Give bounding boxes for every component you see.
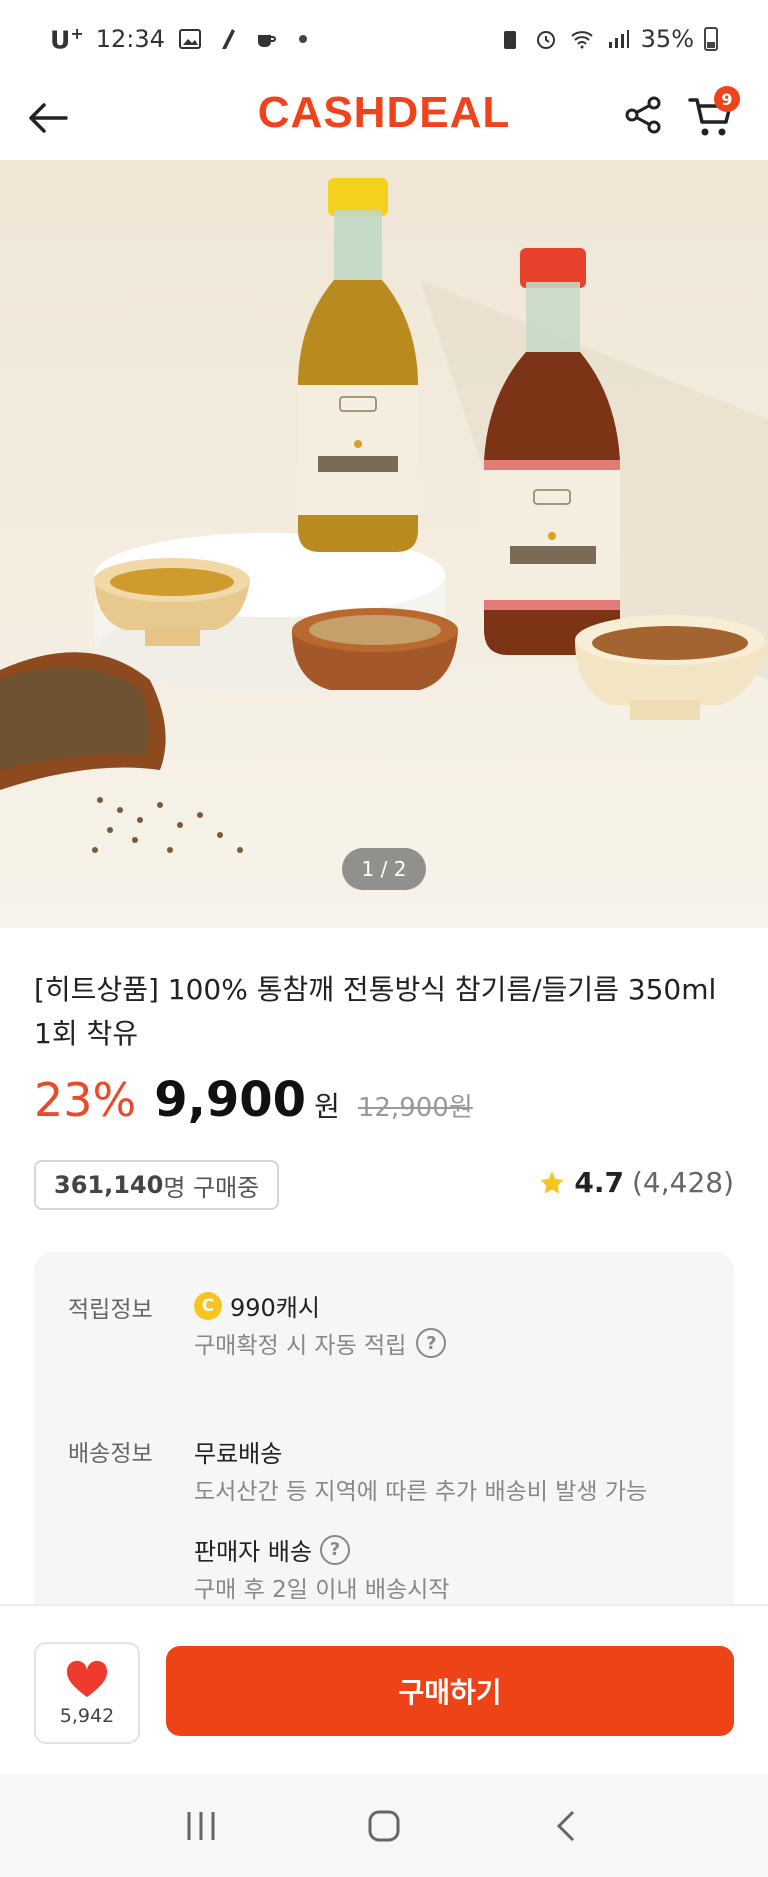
shipping-value: 무료배송 bbox=[194, 1440, 283, 1468]
price-row: 23% 9,900 원 12,900원 bbox=[34, 1072, 473, 1138]
cart-count-badge: 9 bbox=[714, 86, 740, 112]
carrier-label: U+ bbox=[50, 23, 84, 55]
original-price: 12,900원 bbox=[357, 1093, 473, 1123]
like-button[interactable]: 5,942 bbox=[34, 1642, 140, 1744]
review-count: (4,428) bbox=[631, 1166, 734, 1199]
reward-value: C 990캐시 bbox=[194, 1288, 320, 1323]
app-notification-icon bbox=[221, 28, 235, 49]
shipping-label: 배송정보 bbox=[68, 1441, 153, 1467]
product-title: [히트상품] 100% 통참깨 전통방식 참기름/들기름 350ml 1회 착유 bbox=[34, 973, 717, 1050]
rating-score: 4.7 bbox=[574, 1166, 624, 1199]
gallery-notification-icon bbox=[178, 28, 201, 49]
share-button[interactable] bbox=[618, 90, 668, 140]
image-page-indicator: 1 / 2 bbox=[342, 848, 426, 890]
recent-apps-icon bbox=[187, 1811, 215, 1840]
system-back-icon bbox=[556, 1810, 574, 1841]
seller-shipping: 판매자 배송 ? bbox=[194, 1532, 351, 1567]
recent-apps-button[interactable] bbox=[171, 1796, 231, 1856]
product-image[interactable] bbox=[0, 160, 768, 928]
sale-price: 9,900 bbox=[154, 1072, 307, 1128]
reward-label: 적립정보 bbox=[68, 1297, 153, 1323]
cart-button[interactable]: 9 bbox=[686, 86, 740, 142]
buy-button[interactable]: 구매하기 bbox=[166, 1646, 734, 1736]
alarm-icon bbox=[536, 31, 555, 49]
reward-sub: 구매확정 시 자동 적립 ? bbox=[194, 1326, 447, 1360]
signal-icon bbox=[608, 30, 629, 48]
discount-rate: 23% bbox=[34, 1073, 137, 1127]
home-icon bbox=[368, 1810, 400, 1841]
product-photo-illustration bbox=[0, 178, 768, 853]
app-header: CASHDEAL 9 bbox=[0, 78, 768, 160]
coffee-notification-icon bbox=[257, 34, 276, 47]
more-notifications-dot bbox=[298, 34, 307, 43]
buyers-suffix: 명 구매중 bbox=[163, 1173, 260, 1202]
system-back-button[interactable] bbox=[537, 1796, 597, 1856]
bottom-action-bar: 5,942 구매하기 bbox=[0, 1604, 768, 1774]
reward-help-icon[interactable]: ? bbox=[416, 1328, 447, 1358]
seller-shipping-sub: 구매 후 2일 이내 배송시작 bbox=[194, 1577, 450, 1603]
seller-shipping-help-icon[interactable]: ? bbox=[320, 1534, 351, 1565]
buyers-count-badge: 361,140 명 구매중 bbox=[34, 1160, 280, 1210]
vpn-icon bbox=[503, 31, 516, 49]
battery-icon bbox=[704, 27, 718, 51]
wifi-icon bbox=[570, 31, 593, 49]
shipping-sub: 도서산간 등 지역에 따른 추가 배송비 발생 가능 bbox=[194, 1479, 648, 1505]
like-count: 5,942 bbox=[59, 1705, 115, 1727]
rating-summary[interactable]: 4.7 (4,428) bbox=[538, 1166, 734, 1199]
star-icon bbox=[540, 1170, 565, 1194]
cash-coin-icon: C bbox=[194, 1291, 222, 1320]
currency-unit: 원 bbox=[314, 1090, 340, 1123]
buyers-count: 361,140 bbox=[54, 1171, 164, 1199]
home-button[interactable] bbox=[354, 1796, 414, 1856]
status-bar: U+ 12:34 35% bbox=[0, 0, 768, 78]
heart-icon bbox=[66, 1660, 108, 1698]
system-nav-bar bbox=[0, 1774, 768, 1877]
status-time: 12:34 bbox=[95, 24, 165, 53]
share-icon bbox=[625, 96, 661, 134]
battery-percent: 35% bbox=[640, 25, 694, 53]
